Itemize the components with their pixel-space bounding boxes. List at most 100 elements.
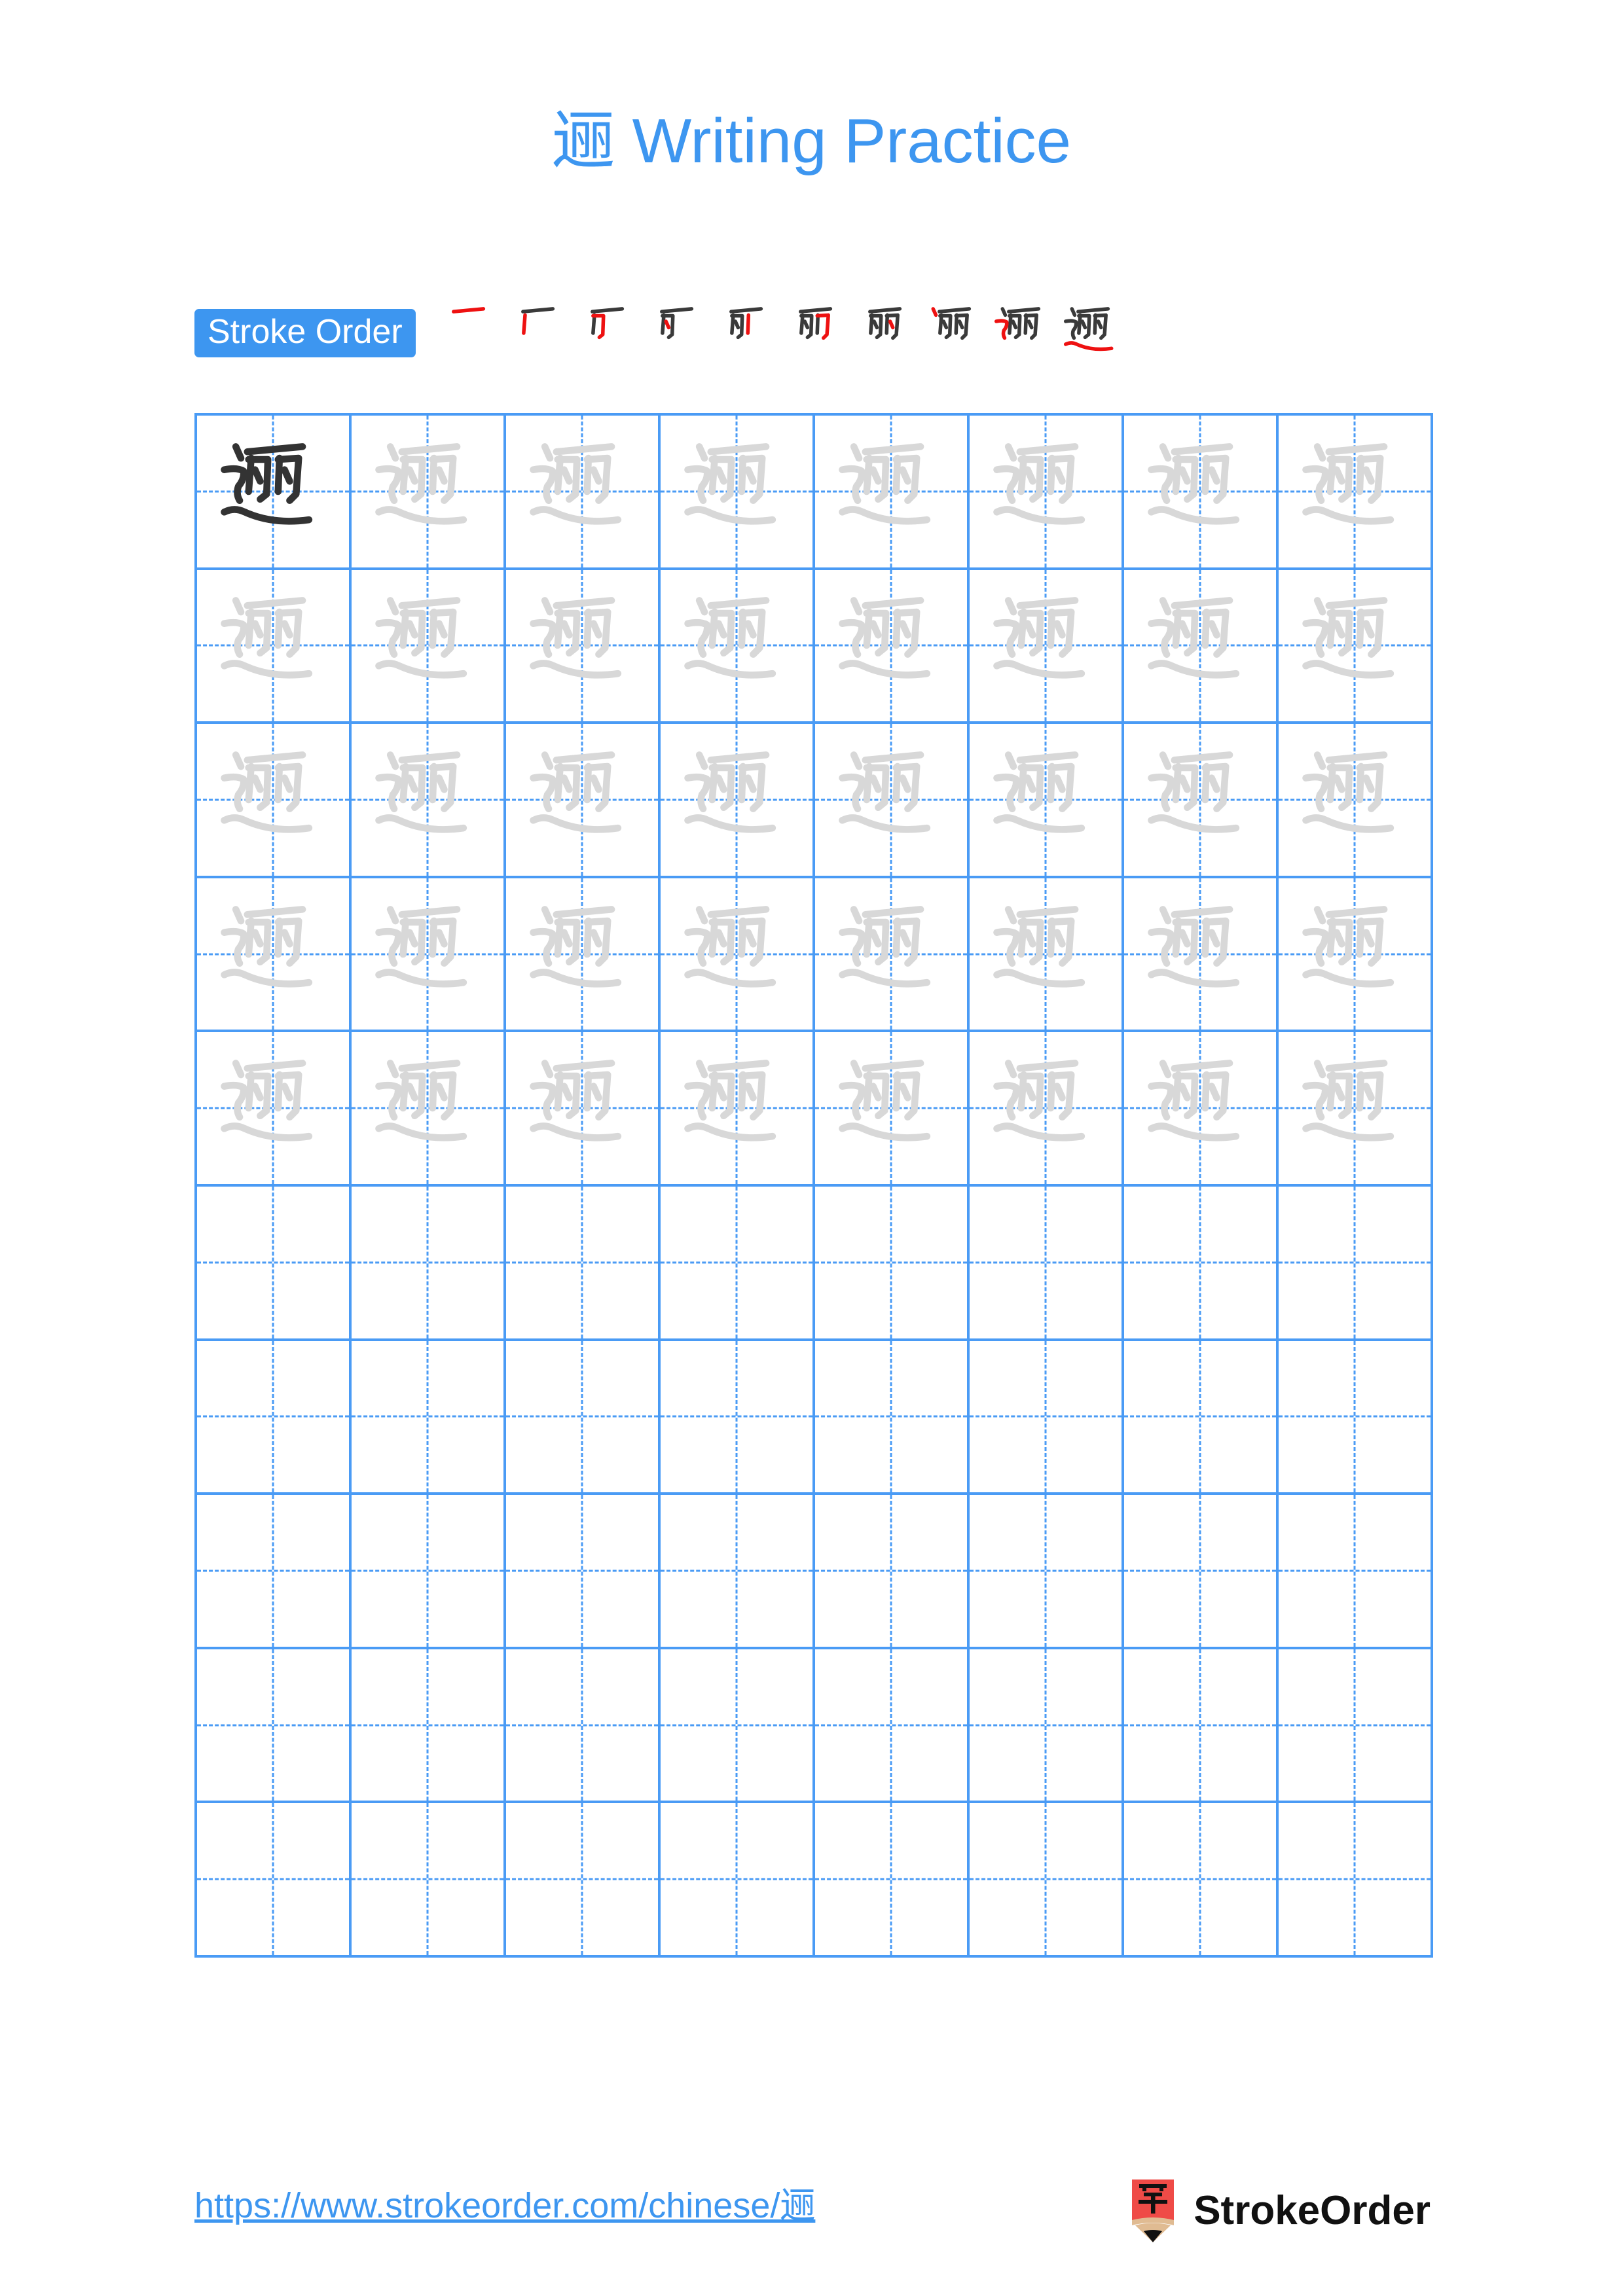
practice-cell-trace[interactable] — [970, 1032, 1124, 1187]
practice-cell-blank[interactable] — [815, 1649, 970, 1804]
practice-cell-trace[interactable] — [197, 569, 352, 725]
practice-cell-trace[interactable] — [1279, 569, 1433, 725]
practice-cell-blank[interactable] — [1124, 1803, 1279, 1958]
practice-cell-blank[interactable] — [661, 1340, 815, 1496]
practice-cell-blank[interactable] — [197, 1340, 352, 1496]
practice-cell-trace[interactable] — [506, 416, 661, 570]
practice-cell-blank[interactable] — [352, 1495, 506, 1649]
practice-cell-blank[interactable] — [506, 1186, 661, 1341]
practice-cell-trace[interactable] — [1124, 1032, 1279, 1187]
character-stroke — [1017, 917, 1027, 958]
practice-cell-trace[interactable] — [1124, 878, 1279, 1033]
practice-cell-trace[interactable] — [661, 1032, 815, 1187]
practice-cell-trace[interactable] — [970, 878, 1124, 1033]
practice-cell-trace[interactable] — [1279, 416, 1433, 570]
character-glyph — [1124, 1032, 1276, 1184]
practice-cell-trace[interactable] — [197, 1032, 352, 1187]
practice-cell-blank[interactable] — [352, 1803, 506, 1958]
practice-cell-blank[interactable] — [661, 1495, 815, 1649]
practice-cell-blank[interactable] — [970, 1340, 1124, 1496]
practice-cell-blank[interactable] — [815, 1186, 970, 1341]
practice-cell-trace[interactable] — [352, 724, 506, 878]
practice-cell-trace[interactable] — [1279, 1032, 1433, 1187]
practice-cell-trace[interactable] — [1124, 724, 1279, 878]
practice-cell-blank[interactable] — [661, 1803, 815, 1958]
practice-cell-blank[interactable] — [197, 1495, 352, 1649]
practice-cell-blank[interactable] — [970, 1186, 1124, 1341]
practice-cell-trace[interactable] — [661, 416, 815, 570]
practice-cell-blank[interactable] — [352, 1340, 506, 1496]
practice-cell-blank[interactable] — [815, 1803, 970, 1958]
character-glyph — [970, 570, 1122, 722]
practice-cell-blank[interactable] — [197, 1186, 352, 1341]
practice-cell-trace[interactable] — [970, 416, 1124, 570]
practice-cell-trace[interactable] — [1279, 878, 1433, 1033]
page-title: 逦 Writing Practice — [0, 105, 1623, 177]
practice-cell-blank[interactable] — [197, 1649, 352, 1804]
practice-cell-blank[interactable] — [1124, 1340, 1279, 1496]
character-stroke — [429, 609, 438, 649]
practice-cell-trace[interactable] — [815, 878, 970, 1033]
practice-cell-blank[interactable] — [661, 1186, 815, 1341]
practice-cell-blank[interactable] — [506, 1340, 661, 1496]
character-svg — [1302, 442, 1395, 525]
practice-cell-trace[interactable] — [661, 724, 815, 878]
practice-cell-trace[interactable] — [970, 569, 1124, 725]
practice-cell-blank[interactable] — [1279, 1340, 1433, 1496]
practice-cell-trace[interactable] — [1124, 416, 1279, 570]
character-stroke — [251, 1083, 264, 1102]
practice-cell-trace[interactable] — [815, 724, 970, 878]
practice-cell-trace[interactable] — [506, 569, 661, 725]
practice-cell-trace[interactable] — [661, 569, 815, 725]
practice-cell-blank[interactable] — [506, 1803, 661, 1958]
practice-cell-trace[interactable] — [352, 878, 506, 1033]
character-stroke — [839, 505, 931, 525]
practice-cell-trace[interactable] — [970, 724, 1124, 878]
practice-cell-blank[interactable] — [970, 1803, 1124, 1958]
character-stroke — [993, 968, 1085, 988]
practice-cell-trace[interactable] — [815, 416, 970, 570]
existing-stroke — [954, 313, 958, 335]
practice-cell-blank[interactable] — [506, 1495, 661, 1649]
practice-cell-trace[interactable] — [506, 724, 661, 878]
practice-cell-blank[interactable] — [1124, 1649, 1279, 1804]
practice-cell-blank[interactable] — [1124, 1186, 1279, 1341]
practice-cell-blank[interactable] — [970, 1649, 1124, 1804]
practice-cell-blank[interactable] — [1279, 1803, 1433, 1958]
character-glyph — [1279, 1032, 1431, 1184]
practice-cell-blank[interactable] — [815, 1340, 970, 1496]
practice-cell-blank[interactable] — [1279, 1649, 1433, 1804]
practice-cell-blank[interactable] — [1279, 1495, 1433, 1649]
character-glyph — [1124, 570, 1276, 722]
practice-cell-trace[interactable] — [506, 1032, 661, 1187]
practice-cell-model[interactable] — [197, 416, 352, 570]
practice-cell-blank[interactable] — [352, 1186, 506, 1341]
practice-cell-trace[interactable] — [1124, 569, 1279, 725]
practice-cell-blank[interactable] — [815, 1495, 970, 1649]
practice-cell-trace[interactable] — [352, 416, 506, 570]
character-stroke — [1208, 1083, 1220, 1102]
practice-cell-blank[interactable] — [661, 1649, 815, 1804]
character-stroke — [1208, 620, 1220, 639]
practice-cell-blank[interactable] — [1279, 1186, 1433, 1341]
practice-cell-trace[interactable] — [352, 1032, 506, 1187]
practice-cell-blank[interactable] — [506, 1649, 661, 1804]
practice-cell-blank[interactable] — [970, 1495, 1124, 1649]
practice-cell-trace[interactable] — [506, 878, 661, 1033]
practice-cell-trace[interactable] — [352, 569, 506, 725]
practice-cell-blank[interactable] — [1124, 1495, 1279, 1649]
practice-cell-trace[interactable] — [197, 878, 352, 1033]
practice-cell-blank[interactable] — [352, 1649, 506, 1804]
practice-cell-trace[interactable] — [815, 569, 970, 725]
practice-cell-blank[interactable] — [197, 1803, 352, 1958]
character-svg — [221, 1060, 313, 1141]
practice-cell-trace[interactable] — [815, 1032, 970, 1187]
practice-cell-trace[interactable] — [197, 724, 352, 878]
stroke-order-step-3 — [572, 298, 641, 368]
source-url-link[interactable]: https://www.strokeorder.com/chinese/逦 — [194, 2185, 815, 2227]
practice-cell-trace[interactable] — [1279, 724, 1433, 878]
character-glyph — [1279, 724, 1431, 876]
character-stroke — [708, 454, 718, 495]
character-stroke — [406, 774, 418, 793]
practice-cell-trace[interactable] — [661, 878, 815, 1033]
